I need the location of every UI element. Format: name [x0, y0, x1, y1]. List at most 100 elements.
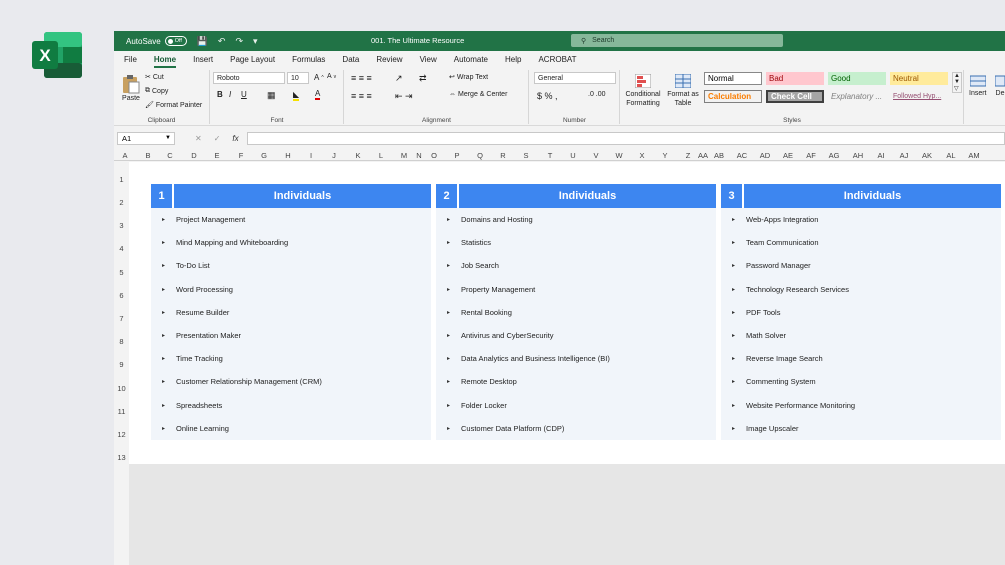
list-item[interactable]: ▸ Antivirus and CyberSecurity [436, 324, 716, 347]
indent-icons[interactable]: ⇤ ⇥ [395, 91, 413, 102]
row-header[interactable]: 9 [114, 360, 129, 369]
enter-icon[interactable]: ✓ [214, 134, 221, 143]
list-item[interactable]: ▸ Remote Desktop [436, 370, 716, 393]
save-icon[interactable]: 💾 [197, 36, 208, 47]
list-item[interactable]: ▸ To-Do List [151, 254, 431, 277]
tab-view[interactable]: View [420, 55, 437, 64]
list-item[interactable]: ▸ PDF Tools [721, 301, 1001, 324]
tab-review[interactable]: Review [376, 55, 402, 64]
column-header[interactable]: AD [760, 151, 770, 160]
list-item[interactable]: ▸ Technology Research Services [721, 278, 1001, 301]
column-header[interactable]: AF [806, 151, 816, 160]
format-as-table-button[interactable]: Format as Table [665, 74, 701, 108]
column-header[interactable]: Y [662, 151, 667, 160]
list-item[interactable]: ▸ Team Communication [721, 231, 1001, 254]
wrap-text-button[interactable]: ↩ Wrap Text [449, 73, 488, 82]
column-header[interactable]: AM [968, 151, 979, 160]
style-explanatory[interactable]: Explanatory ... [828, 90, 886, 103]
style-followed-hyperlink[interactable]: Followed Hyp... [890, 90, 948, 103]
list-item[interactable]: ▸ Project Management [151, 208, 431, 231]
autosave-toggle[interactable]: Off [164, 36, 187, 46]
column-header[interactable]: I [310, 151, 312, 160]
list-item[interactable]: ▸ Password Manager [721, 254, 1001, 277]
number-format-icons[interactable]: $ % , [537, 91, 558, 101]
column-header[interactable]: U [570, 151, 575, 160]
column-header[interactable]: R [500, 151, 505, 160]
row-header[interactable]: 4 [114, 244, 129, 253]
list-item[interactable]: ▸ Folder Locker [436, 394, 716, 417]
list-item[interactable]: ▸ Customer Data Platform (CDP) [436, 417, 716, 440]
style-normal[interactable]: Normal [704, 72, 762, 85]
tab-home[interactable]: Home [153, 55, 177, 68]
decimal-icons[interactable]: .0 .00 [588, 91, 606, 98]
row-header[interactable]: 10 [114, 384, 129, 393]
row-header[interactable]: 3 [114, 221, 129, 230]
column-header[interactable]: V [593, 151, 598, 160]
row-header[interactable]: 5 [114, 268, 129, 277]
orientation-icon[interactable]: ↗ [395, 73, 403, 84]
column-header[interactable]: AK [922, 151, 932, 160]
borders-icon[interactable]: ▦ [267, 90, 276, 101]
style-good[interactable]: Good [828, 72, 886, 85]
column-header[interactable]: AI [877, 151, 884, 160]
column-header[interactable]: H [285, 151, 290, 160]
column-header[interactable]: X [639, 151, 644, 160]
row-header[interactable]: 7 [114, 314, 129, 323]
column-header[interactable]: C [167, 151, 172, 160]
column-header[interactable]: O [431, 151, 437, 160]
merge-center-button[interactable]: ⇔ Merge & Center [449, 91, 507, 98]
font-size-select[interactable]: 10 [287, 72, 309, 84]
column-header[interactable]: B [145, 151, 150, 160]
font-name-select[interactable]: Roboto [213, 72, 285, 84]
list-item[interactable]: ▸ Commenting System [721, 370, 1001, 393]
grow-font-button[interactable]: A ^ [314, 73, 324, 82]
copy-button[interactable]: ⧉ Copy [145, 87, 168, 95]
column-header[interactable]: T [548, 151, 553, 160]
column-header[interactable]: AL [946, 151, 955, 160]
delete-cells-button[interactable]: De [995, 74, 1005, 97]
list-item[interactable]: ▸ Data Analytics and Business Intelligenc… [436, 347, 716, 370]
column-header[interactable]: AE [783, 151, 793, 160]
list-item[interactable]: ▸ Web-Apps Integration [721, 208, 1001, 231]
format-painter-button[interactable]: 🖌 Format Painter [145, 101, 202, 110]
row-header[interactable]: 12 [114, 430, 129, 439]
row-header[interactable]: 8 [114, 337, 129, 346]
column-header[interactable]: A [122, 151, 127, 160]
list-item[interactable]: ▸ Customer Relationship Management (CRM) [151, 370, 431, 393]
list-item[interactable]: ▸ Online Learning [151, 417, 431, 440]
column-header[interactable]: M [401, 151, 407, 160]
column-header[interactable]: AH [853, 151, 863, 160]
column-header[interactable]: W [615, 151, 622, 160]
list-item[interactable]: ▸ Presentation Maker [151, 324, 431, 347]
tab-file[interactable]: File [124, 55, 137, 64]
column-header[interactable]: AB [714, 151, 724, 160]
tab-help[interactable]: Help [505, 55, 521, 64]
italic-button[interactable]: I [229, 90, 231, 99]
column-header[interactable]: E [214, 151, 219, 160]
list-item[interactable]: ▸ Job Search [436, 254, 716, 277]
row-header[interactable]: 11 [114, 407, 129, 416]
column-header[interactable]: G [261, 151, 267, 160]
column-header[interactable]: K [355, 151, 360, 160]
insert-cells-button[interactable]: Insert [969, 74, 987, 97]
name-box[interactable]: A1 ▼ [117, 131, 175, 145]
list-item[interactable]: ▸ Math Solver [721, 324, 1001, 347]
row-header[interactable]: 2 [114, 198, 129, 207]
paste-button[interactable]: Paste [122, 74, 140, 102]
cut-button[interactable]: ✂ Cut [145, 73, 164, 82]
customize-qat-icon[interactable]: ▾ [253, 36, 258, 47]
tab-insert[interactable]: Insert [193, 55, 213, 64]
column-header[interactable]: F [239, 151, 244, 160]
list-item[interactable]: ▸ Word Processing [151, 278, 431, 301]
document-title[interactable]: 001. The Ultimate Resource [371, 36, 464, 45]
search-box[interactable]: ⚲ Search [571, 34, 783, 47]
list-item[interactable]: ▸ Domains and Hosting [436, 208, 716, 231]
column-header[interactable]: P [454, 151, 459, 160]
style-neutral[interactable]: Neutral [890, 72, 948, 85]
list-item[interactable]: ▸ Spreadsheets [151, 394, 431, 417]
column-header[interactable]: D [191, 151, 196, 160]
column-header[interactable]: AG [829, 151, 840, 160]
style-bad[interactable]: Bad [766, 72, 824, 85]
column-header[interactable]: AA [698, 151, 708, 160]
column-header[interactable]: AC [737, 151, 747, 160]
